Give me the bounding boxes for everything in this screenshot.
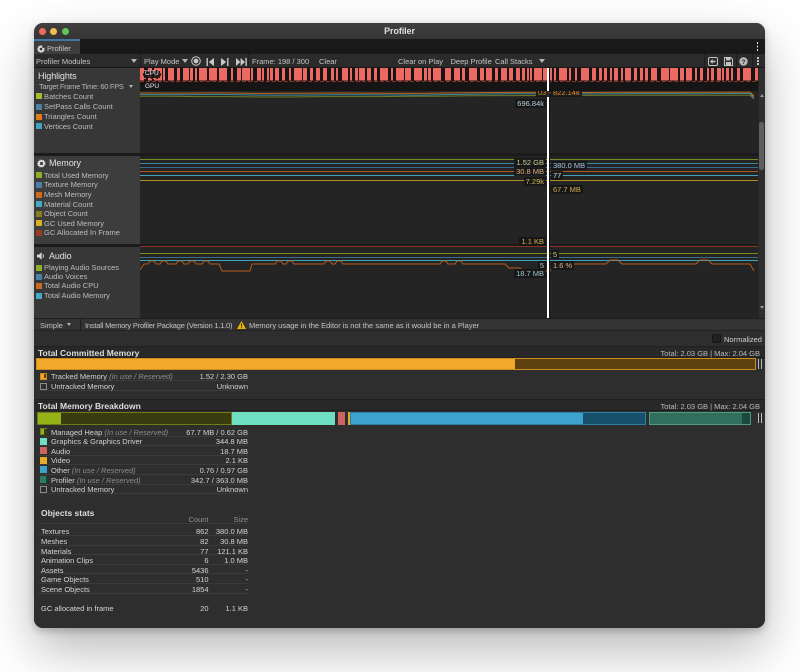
svg-text:?: ? [742, 58, 746, 65]
